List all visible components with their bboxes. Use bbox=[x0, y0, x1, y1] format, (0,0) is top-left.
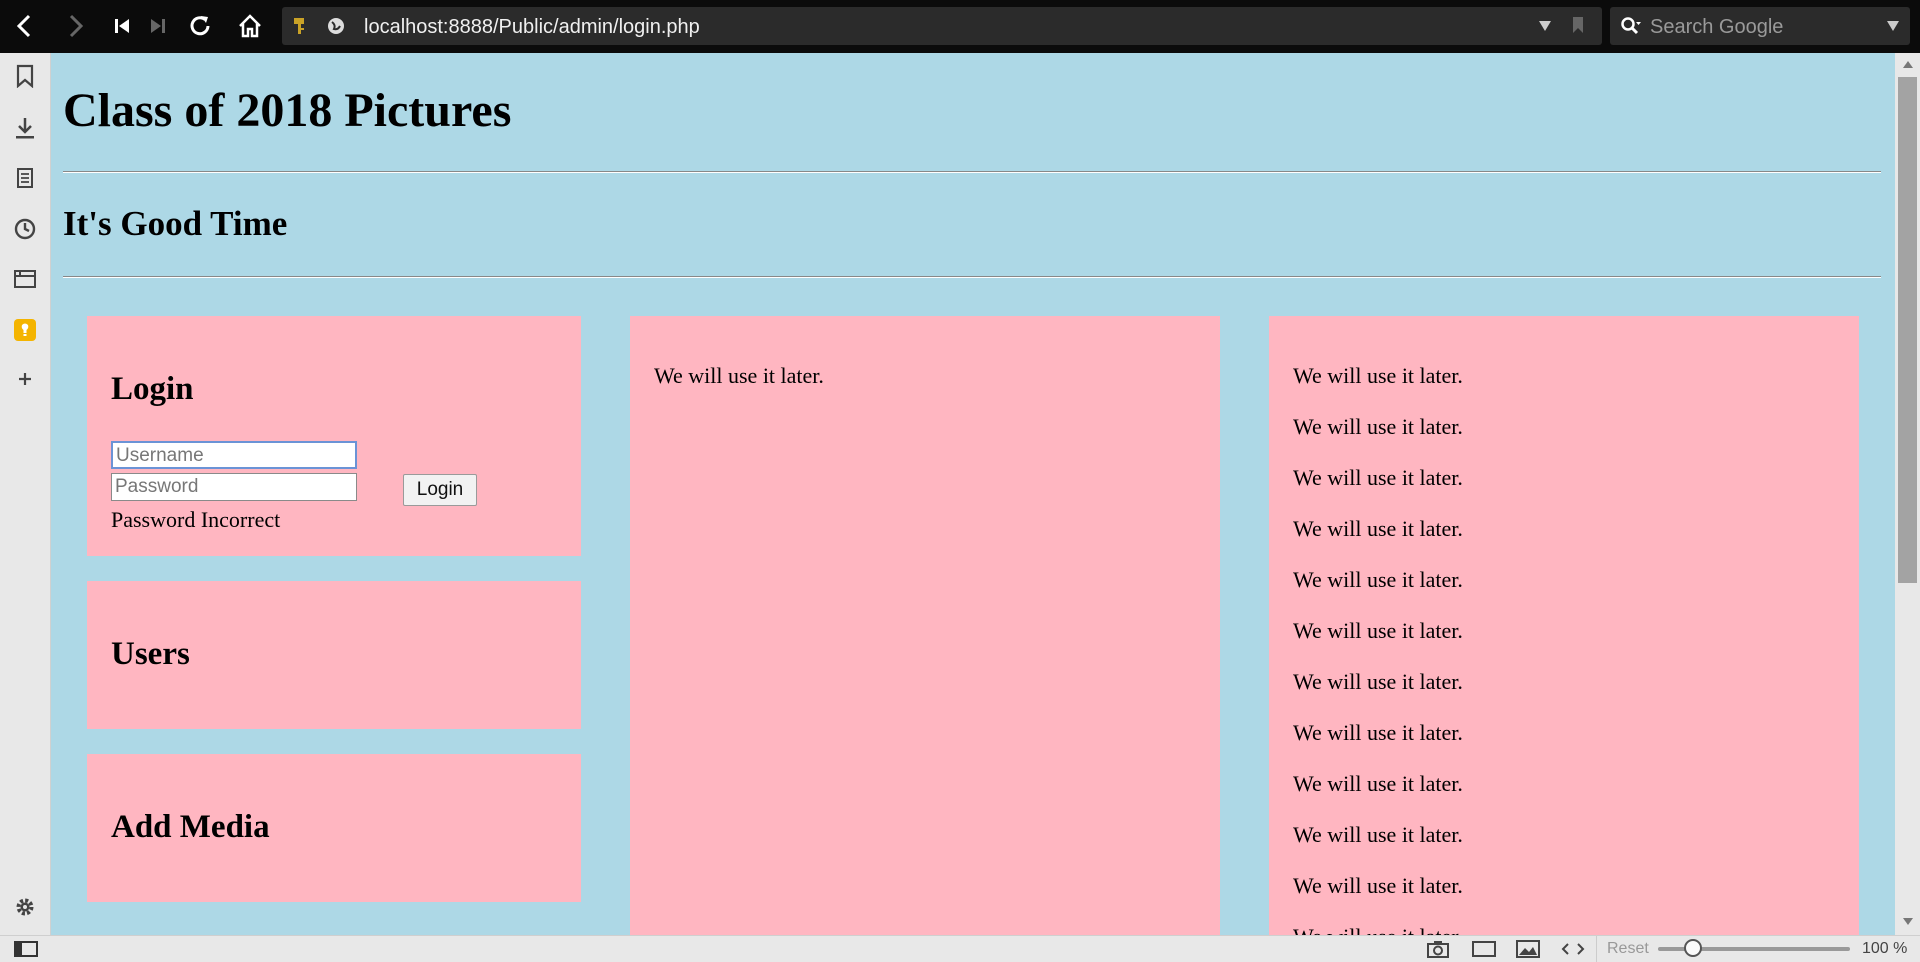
users-heading: Users bbox=[111, 636, 190, 672]
right-panel-line: We will use it later. bbox=[1293, 771, 1463, 796]
search-box[interactable]: Search Google bbox=[1610, 7, 1910, 45]
rewind-icon bbox=[115, 19, 129, 33]
zoom-reset-button[interactable]: Reset bbox=[1607, 940, 1649, 958]
home-button[interactable] bbox=[232, 8, 268, 44]
page-subtitle: It's Good Time bbox=[63, 204, 288, 243]
bookmarks-panel-button[interactable] bbox=[12, 63, 38, 89]
lightbulb-icon bbox=[14, 319, 36, 341]
right-panel: We will use it later. We will use it lat… bbox=[1269, 316, 1859, 935]
history-panel-button[interactable] bbox=[12, 216, 38, 242]
middle-panel-text: We will use it later. bbox=[654, 363, 824, 388]
status-divider bbox=[1596, 936, 1597, 962]
users-panel: Users bbox=[87, 581, 581, 729]
right-panel-line: We will use it later. bbox=[1293, 363, 1463, 388]
middle-panel: We will use it later. bbox=[630, 316, 1220, 935]
search-placeholder: Search Google bbox=[1650, 16, 1784, 38]
home-icon bbox=[239, 14, 261, 38]
bookmark-icon bbox=[16, 64, 34, 88]
image-icon[interactable] bbox=[1515, 939, 1541, 959]
downloads-panel-button[interactable] bbox=[12, 115, 38, 141]
back-icon bbox=[16, 14, 31, 38]
status-bar: Reset 100 % bbox=[0, 935, 1920, 962]
right-panel-line: We will use it later. bbox=[1293, 873, 1463, 898]
reload-icon bbox=[190, 16, 210, 36]
panel-toggle-icon[interactable] bbox=[14, 941, 38, 957]
right-panel-line: We will use it later. bbox=[1293, 567, 1463, 592]
login-panel: Login Username Password Login Password I… bbox=[87, 316, 581, 556]
forward-icon bbox=[69, 14, 84, 38]
window-icon bbox=[14, 270, 36, 288]
vertical-scrollbar[interactable] bbox=[1895, 53, 1920, 935]
web-panel-button[interactable] bbox=[12, 317, 38, 343]
divider bbox=[63, 171, 1881, 173]
add-media-heading: Add Media bbox=[111, 809, 270, 845]
settings-button[interactable] bbox=[12, 894, 38, 920]
right-panel-line: We will use it later. bbox=[1293, 414, 1463, 439]
login-heading: Login bbox=[111, 371, 194, 407]
add-media-panel: Add Media bbox=[87, 754, 581, 902]
scroll-down-icon[interactable] bbox=[1902, 917, 1914, 927]
notes-panel-button[interactable] bbox=[12, 165, 38, 191]
add-panel-button[interactable] bbox=[12, 366, 38, 392]
login-button[interactable]: Login bbox=[403, 474, 477, 506]
zoom-slider-handle[interactable] bbox=[1684, 939, 1702, 957]
history-icon bbox=[14, 218, 36, 240]
right-panel-line: We will use it later. bbox=[1293, 822, 1463, 847]
right-panel-line: We will use it later. bbox=[1293, 924, 1463, 935]
address-bar[interactable]: localhost:8888/Public/admin/login.php bbox=[282, 7, 1602, 45]
divider bbox=[63, 276, 1881, 278]
right-panel-line: We will use it later. bbox=[1293, 516, 1463, 541]
username-field[interactable]: Username bbox=[111, 441, 357, 469]
reload-button[interactable] bbox=[182, 8, 218, 44]
search-icon bbox=[1621, 17, 1641, 35]
code-icon[interactable] bbox=[1560, 941, 1586, 957]
tile-view-icon[interactable] bbox=[1471, 940, 1497, 958]
chevron-down-icon[interactable] bbox=[1886, 20, 1900, 32]
page-title: Class of 2018 Pictures bbox=[63, 84, 512, 137]
right-panel-line: We will use it later. bbox=[1293, 465, 1463, 490]
forward-button[interactable] bbox=[58, 8, 94, 44]
fast-forward-button[interactable] bbox=[140, 8, 176, 44]
camera-icon[interactable] bbox=[1426, 939, 1450, 959]
chevron-down-icon[interactable] bbox=[1538, 20, 1552, 32]
window-panel-button[interactable] bbox=[12, 266, 38, 292]
scroll-up-icon[interactable] bbox=[1902, 59, 1914, 69]
bookmark-icon[interactable] bbox=[1572, 16, 1584, 34]
back-button[interactable] bbox=[6, 8, 42, 44]
web-page: Class of 2018 Pictures It's Good Time Lo… bbox=[50, 53, 1895, 935]
password-field[interactable]: Password bbox=[111, 473, 357, 501]
notes-icon bbox=[17, 168, 33, 188]
zoom-level: 100 % bbox=[1862, 940, 1908, 957]
login-error-message: Password Incorrect bbox=[111, 507, 281, 532]
fast-forward-icon bbox=[151, 19, 165, 33]
right-panel-line: We will use it later. bbox=[1293, 669, 1463, 694]
globe-icon bbox=[328, 18, 344, 34]
right-panel-line: We will use it later. bbox=[1293, 618, 1463, 643]
browser-toolbar: localhost:8888/Public/admin/login.php Se… bbox=[0, 0, 1920, 53]
gear-icon bbox=[16, 898, 34, 916]
url-text[interactable]: localhost:8888/Public/admin/login.php bbox=[364, 16, 700, 39]
browser-side-panel bbox=[0, 53, 51, 935]
plus-icon bbox=[19, 373, 31, 385]
rewind-button[interactable] bbox=[104, 8, 140, 44]
scrollbar-thumb[interactable] bbox=[1898, 77, 1917, 583]
right-panel-line: We will use it later. bbox=[1293, 720, 1463, 745]
key-icon bbox=[294, 18, 304, 34]
download-icon bbox=[16, 118, 34, 139]
